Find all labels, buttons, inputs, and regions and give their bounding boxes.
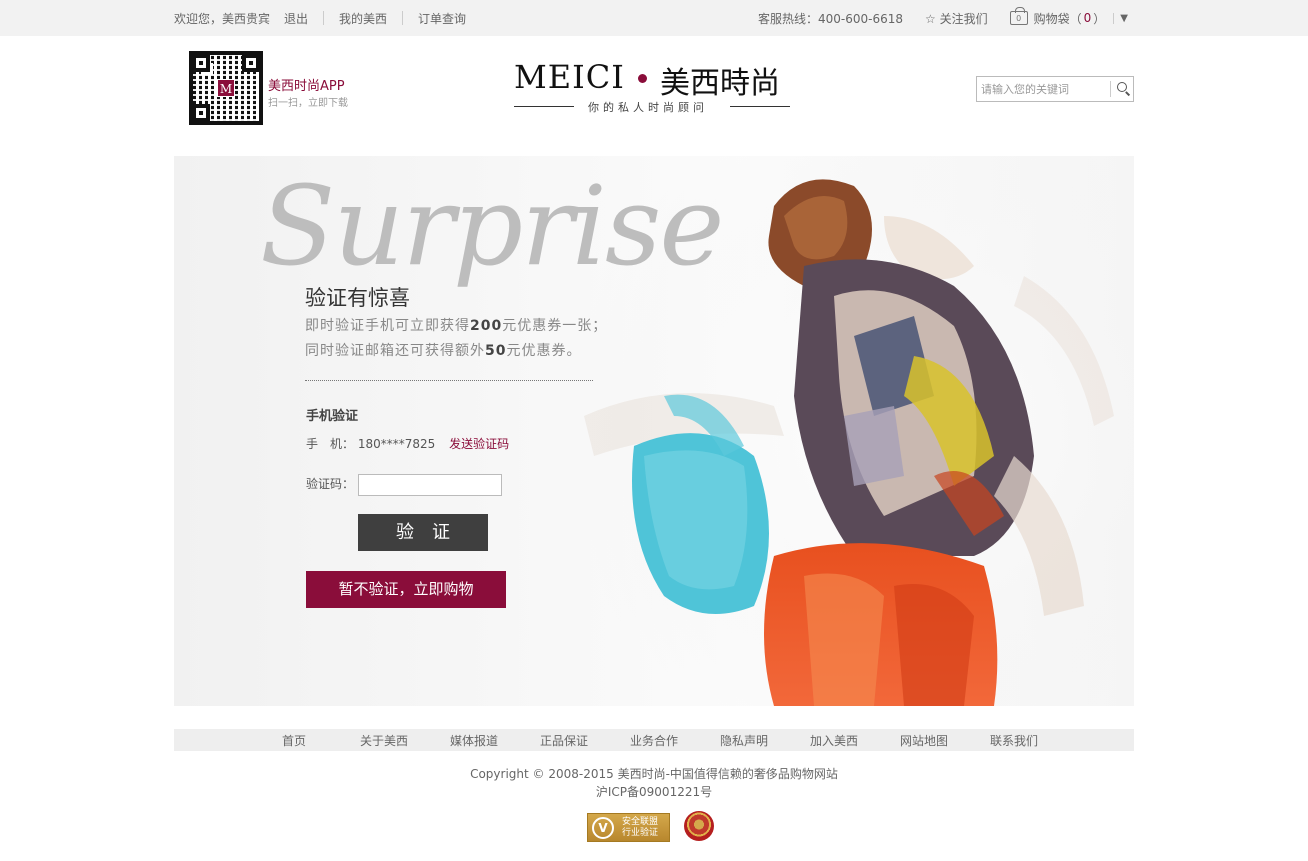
footer-link-home[interactable]: 首页 [282,732,306,749]
hotline-text: 客服热线：400-600-6618 [758,11,904,26]
order-query-link[interactable]: 订单查询 [418,10,466,27]
logo-en: MEICI [514,58,625,96]
footer-link-media[interactable]: 媒体报道 [450,732,498,749]
footer-nav: 首页 关于美西 媒体报道 正品保证 业务合作 隐私声明 加入美西 网站地图 联系… [174,729,1134,751]
logo-rule-left [514,106,574,107]
copyright-text: Copyright © 2008-2015 美西时尚-中国值得信赖的奢侈品购物网… [470,767,838,781]
verification-code-input[interactable] [358,474,502,496]
promo-text: 元优惠券一张； [502,318,608,334]
badge-line: 安全联盟 [622,816,659,827]
promo-amount: 50 [485,343,507,359]
badge-line: 行业验证 [622,827,659,838]
chevron-down-icon[interactable]: ▼ [1113,12,1128,24]
promo-line-2: 同时验证邮箱还可获得额外50元优惠券。 [305,340,581,360]
divider [402,11,404,25]
search-divider [1110,81,1111,97]
banner-title: 验证有惊喜 [305,286,410,310]
logout-link[interactable]: 退出 [284,10,308,27]
bag-paren-close: ） [1093,11,1106,26]
icp-link[interactable]: 沪ICP备09001221号 [0,783,1308,800]
app-title[interactable]: 美西时尚APP [268,75,345,94]
phone-value: 180****7825 [357,437,436,451]
shopping-bag-icon: 0 [1009,7,1028,25]
verified-icon: V [592,816,614,839]
footer-link-contact[interactable]: 联系我们 [990,732,1038,749]
footer-link-join[interactable]: 加入美西 [810,732,858,749]
phone-label: 手 机： [306,437,355,451]
footer-link-authentic[interactable]: 正品保证 [540,732,588,749]
skip-verify-button[interactable]: 暂不验证，立即购物 [306,571,506,608]
search-icon[interactable] [1113,79,1133,99]
promo-text: 元优惠券。 [506,343,582,359]
qr-corner [192,104,210,122]
logo-dot [638,74,647,83]
qr-corner [192,54,210,72]
qr-code: M [189,51,263,125]
top-bar-left: 欢迎您，美西贵宾 退出 我的美西 订单查询 [174,0,466,36]
logo-slogan: 你的私人时尚顾问 [588,101,708,114]
bag-paren-open: （ [1069,11,1082,26]
footer-link-about[interactable]: 关于美西 [360,732,408,749]
shopping-bag-link[interactable]: 0 购物袋 （ 0 ） [1009,7,1106,27]
footer-link-sitemap[interactable]: 网站地图 [900,732,948,749]
promo-amount: 200 [470,318,503,334]
security-alliance-badge[interactable]: V 安全联盟 行业验证 [587,813,670,842]
search-box [976,76,1134,102]
promo-text: 即时验证手机可立即获得 [305,318,470,334]
promo-line-1: 即时验证手机可立即获得200元优惠券一张； [305,315,607,335]
logo-cn: 美西時尚 [660,66,780,101]
bag-count: 0 [1083,11,1092,25]
qr-corner [242,54,260,72]
welcome-text: 欢迎您，美西贵宾 [174,11,271,26]
phone-row: 手 机： 180****7825 发送验证码 [306,435,509,452]
top-bar-right: 客服热线：400-600-6618 ☆ 关注我们 0 购物袋 （ 0 ） ▼ [736,0,1128,36]
police-emblem-icon[interactable] [684,811,714,841]
my-meici-link[interactable]: 我的美西 [339,10,387,27]
promo-text: 同时验证邮箱还可获得额外 [305,343,485,359]
badge-text: 安全联盟 行业验证 [622,817,658,839]
app-subtitle: 扫一扫，立即下载 [268,98,348,109]
top-bar: 欢迎您，美西贵宾 退出 我的美西 订单查询 客服热线：400-600-6618 … [0,0,1308,36]
dotted-divider [305,380,593,381]
send-code-link[interactable]: 发送验证码 [449,437,509,451]
verification-banner: Surprise 验证有惊喜 即时验证手机可立即获得200元优惠券一张； 同时验… [174,156,1134,706]
surprise-heading: Surprise [260,162,725,290]
code-label: 验证码： [306,477,355,491]
phone-verify-title: 手机验证 [306,409,359,424]
search-input[interactable] [977,77,1109,101]
verify-button[interactable]: 验证 [358,514,488,551]
site-logo[interactable]: MEICI 美西時尚 你的私人时尚顾问 [514,58,794,118]
shopping-bag-label: 购物袋 [1033,11,1070,26]
divider [323,11,325,25]
logo-rule-right [730,106,790,107]
follow-us-link[interactable]: ☆ 关注我们 [925,10,988,27]
footer-link-privacy[interactable]: 隐私声明 [720,732,768,749]
qr-logo-badge: M [217,79,235,97]
footer-link-business[interactable]: 业务合作 [630,732,678,749]
